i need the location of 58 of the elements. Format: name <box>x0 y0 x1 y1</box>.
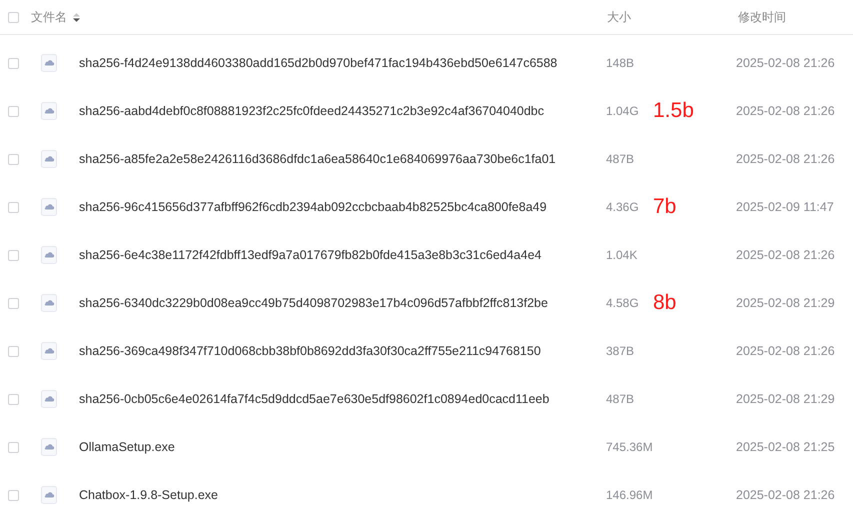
modified-time: 2025-02-09 11:47 <box>736 200 834 214</box>
checkbox[interactable] <box>8 442 19 452</box>
cloud-file-icon <box>41 438 57 456</box>
modified-time: 2025-02-08 21:26 <box>736 488 835 502</box>
cloud-file-icon <box>41 102 57 120</box>
checkbox[interactable] <box>8 106 19 116</box>
file-size: 146.96M <box>606 488 653 502</box>
modified-time: 2025-02-08 21:26 <box>736 248 835 262</box>
file-name[interactable]: OllamaSetup.exe <box>79 440 175 454</box>
column-header[interactable]: 修改时间 <box>738 8 786 26</box>
checkbox[interactable] <box>8 394 19 404</box>
file-size: 387B <box>606 344 636 358</box>
cloud-file-icon <box>41 54 57 72</box>
modified-time: 2025-02-08 21:26 <box>736 56 835 70</box>
checkbox[interactable] <box>8 298 19 308</box>
checkbox[interactable] <box>8 490 19 500</box>
annotation-label: 1.5b <box>653 99 694 123</box>
modified-time: 2025-02-08 21:25 <box>736 440 835 454</box>
sort-icon[interactable] <box>73 12 80 22</box>
checkbox[interactable] <box>8 202 19 212</box>
file-name[interactable]: Chatbox-1.9.8-Setup.exe <box>79 488 218 502</box>
modified-time: 2025-02-08 21:29 <box>736 296 835 310</box>
cloud-file-icon <box>41 342 57 360</box>
file-name[interactable]: sha256-0cb05c6e4e02614fa7f4c5d9ddcd5ae7e630e5df98602f1c0894ed0cacd11eeb <box>79 392 550 406</box>
checkbox[interactable] <box>8 12 19 22</box>
modified-time: 2025-02-08 21:26 <box>736 104 835 118</box>
modified-time: 2025-02-08 21:29 <box>736 392 835 406</box>
file-name[interactable]: sha256-96c415656d377afbff962f6cdb2394ab092ccbcbaab4b82525bc4ca800fe8a49 <box>79 200 547 214</box>
file-name[interactable]: sha256-369ca498f347f710d068cbb38bf0b8692dd3fa30f30ca2ff755e211c94768150 <box>79 344 541 358</box>
file-size: 4.36G <box>606 200 640 214</box>
checkbox[interactable] <box>8 346 19 356</box>
file-name[interactable]: sha256-aabd4debf0c8f08881923f2c25fc0fdeed24435271c2b3e92c4af36704040dbc <box>79 104 544 118</box>
checkbox[interactable] <box>8 58 19 68</box>
modified-time: 2025-02-08 21:26 <box>736 344 835 358</box>
cloud-file-icon <box>41 486 57 504</box>
cloud-file-icon <box>41 246 57 264</box>
file-size: 487B <box>606 152 636 166</box>
file-size: 4.58G <box>606 296 640 310</box>
file-name[interactable]: sha256-f4d24e9138dd4603380add165d2b0d970bef471fac194b436ebd50e6147c6588 <box>79 56 558 70</box>
cloud-file-icon <box>41 198 57 216</box>
annotation-label: 7b <box>653 195 676 219</box>
cloud-file-icon <box>41 294 57 312</box>
annotation-label: 8b <box>653 291 676 315</box>
column-header[interactable]: 大小 <box>607 8 631 26</box>
file-size: 745.36M <box>606 440 653 454</box>
modified-time: 2025-02-08 21:26 <box>736 152 835 166</box>
file-size: 1.04G <box>606 104 640 118</box>
file-size: 1.04K <box>606 248 638 262</box>
file-size: 487B <box>606 392 636 406</box>
file-name[interactable]: sha256-a85fe2a2e58e2426116d3686dfdc1a6ea58640c1e684069976aa730be6c1fa01 <box>79 152 556 166</box>
file-name[interactable]: sha256-6340dc3229b0d08ea9cc49b75d4098702983e17b4c096d57afbbf2ffc813f2be <box>79 296 548 310</box>
checkbox[interactable] <box>8 250 19 260</box>
file-size: 148B <box>606 56 636 70</box>
cloud-file-icon <box>41 150 57 168</box>
cloud-file-icon <box>41 390 57 408</box>
file-name[interactable]: sha256-6e4c38e1172f42fdbff13edf9a7a017679fb82b0fde415a3e8b3c31c6ed4a4e4 <box>79 248 542 262</box>
column-header[interactable]: 文件名 <box>31 8 67 26</box>
checkbox[interactable] <box>8 154 19 164</box>
